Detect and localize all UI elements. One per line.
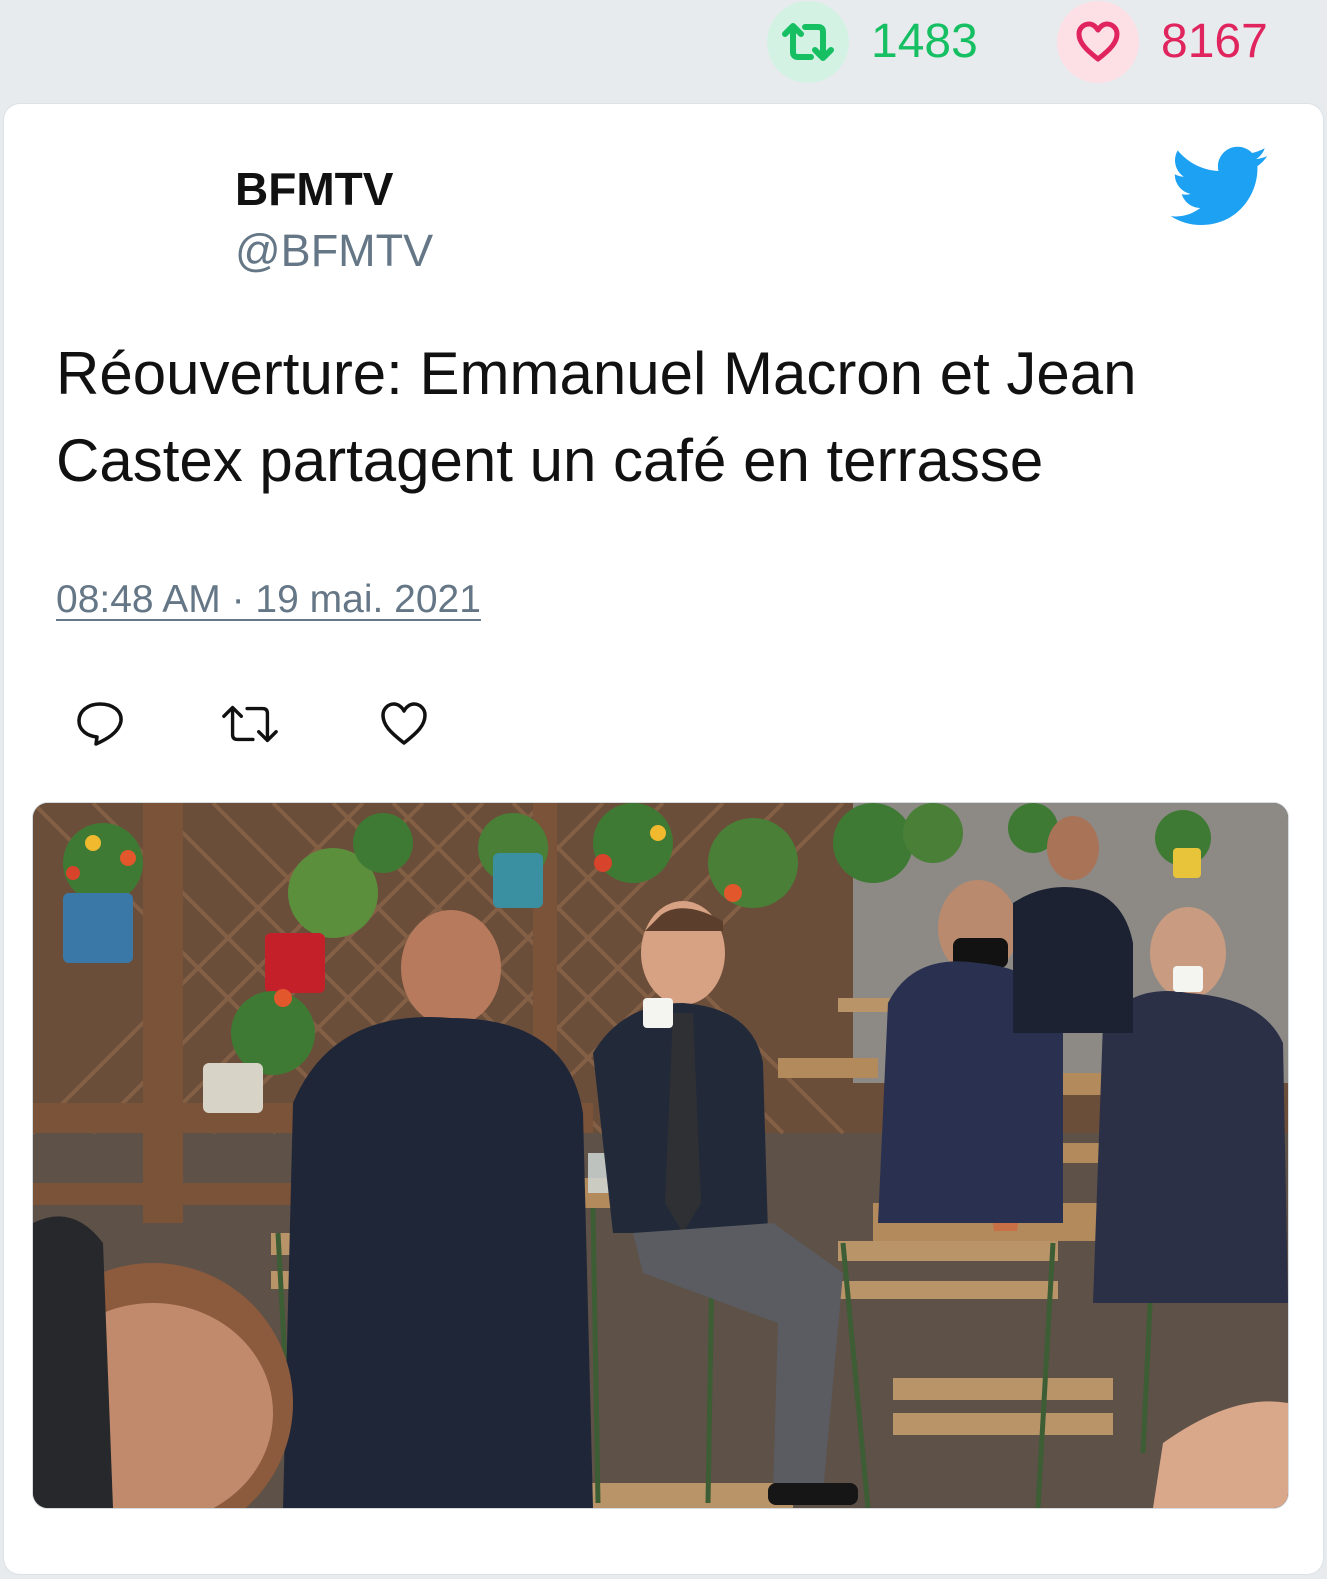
like-button[interactable] <box>374 698 434 750</box>
tweet-card: BFMTV @BFMTV Réouverture: Emmanuel Macro… <box>4 104 1323 1574</box>
reply-button[interactable] <box>70 698 130 750</box>
like-stat[interactable]: 8167 <box>1057 0 1268 84</box>
cafe-terrace-photo <box>33 803 1288 1508</box>
retweet-stat-icon-circle <box>767 1 849 83</box>
like-stat-icon-circle <box>1057 1 1139 83</box>
engagement-stats-bar: 1483 8167 <box>0 0 1327 100</box>
heart-icon <box>1076 21 1120 62</box>
author-handle[interactable]: @BFMTV <box>235 228 433 273</box>
tweet-timestamp-link[interactable]: 08:48 AM · 19 mai. 2021 <box>56 578 481 622</box>
retweet-button[interactable] <box>220 698 280 750</box>
author-name[interactable]: BFMTV <box>235 166 393 212</box>
retweet-icon <box>222 705 278 743</box>
like-icon <box>381 702 427 745</box>
retweet-icon <box>782 23 834 61</box>
tweet-photo[interactable] <box>32 802 1289 1509</box>
tweet-text: Réouverture: Emmanuel Macron et Jean Cas… <box>56 340 1137 494</box>
like-count: 8167 <box>1161 15 1268 68</box>
reply-icon <box>77 702 123 746</box>
retweet-count: 1483 <box>871 15 978 68</box>
twitter-bird-icon[interactable] <box>1171 146 1269 228</box>
retweet-stat[interactable]: 1483 <box>767 0 978 84</box>
